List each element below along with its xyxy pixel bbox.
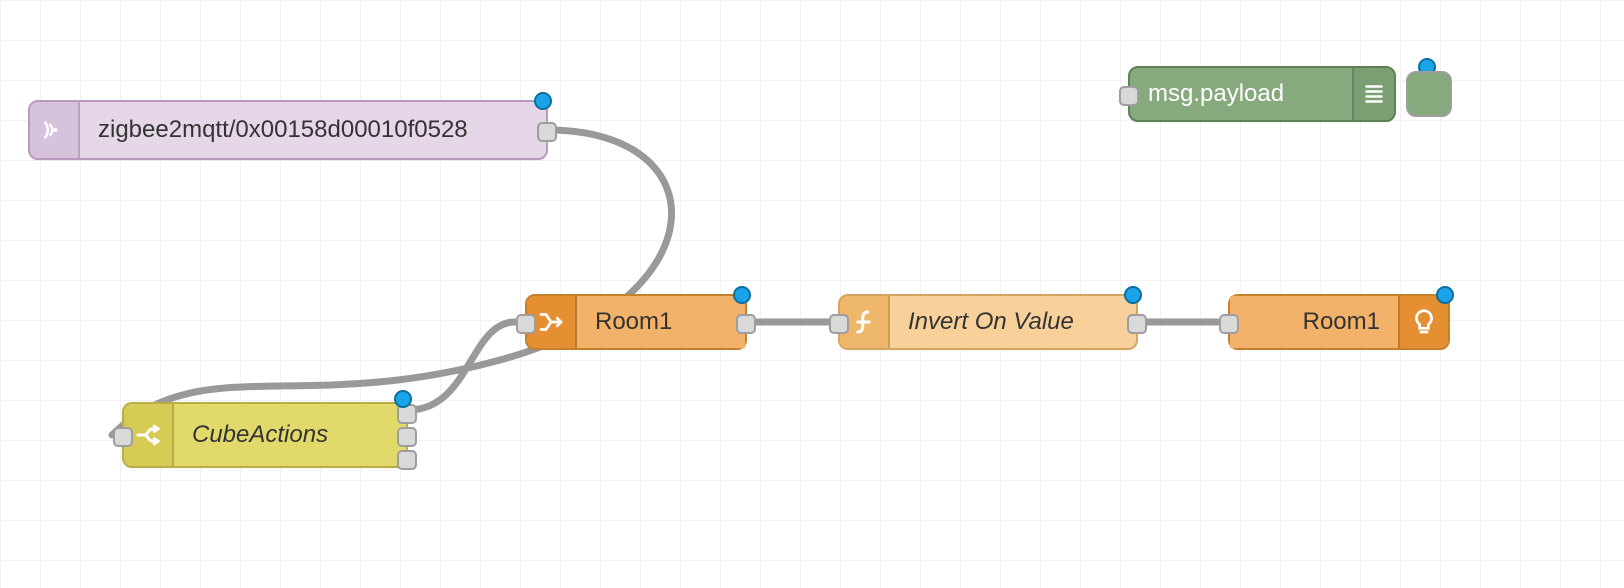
lightbulb-icon [1398, 296, 1448, 348]
input-port[interactable] [113, 427, 133, 447]
changed-indicator [534, 92, 552, 110]
node-label: Room1 [577, 296, 745, 348]
node-mqtt-in[interactable]: zigbee2mqtt/0x00158d00010f0528 [28, 100, 548, 160]
node-label: Invert On Value [890, 296, 1136, 348]
input-port[interactable] [829, 314, 849, 334]
input-port[interactable] [1119, 86, 1139, 106]
node-label: msg.payload [1130, 68, 1352, 120]
input-port[interactable] [516, 314, 536, 334]
wire-mqtt-to-switch[interactable] [112, 130, 672, 435]
node-label: Room1 [1230, 296, 1398, 348]
output-port[interactable] [1127, 314, 1147, 334]
node-switch-cubeactions[interactable]: CubeActions [122, 402, 408, 468]
node-debug[interactable]: msg.payload [1128, 66, 1396, 122]
debug-icon [1352, 68, 1394, 120]
output-port[interactable] [736, 314, 756, 334]
broadcast-icon [30, 102, 80, 158]
output-port[interactable] [537, 122, 557, 142]
node-label: CubeActions [174, 404, 406, 466]
output-port-3[interactable] [397, 450, 417, 470]
input-port[interactable] [1219, 314, 1239, 334]
node-ha-service-room1[interactable]: Room1 [1228, 294, 1450, 350]
debug-toggle-button[interactable] [1406, 71, 1452, 117]
output-port-2[interactable] [397, 427, 417, 447]
flow-canvas[interactable]: zigbee2mqtt/0x00158d00010f0528 CubeActio… [0, 0, 1624, 588]
changed-indicator [733, 286, 751, 304]
node-function-invert[interactable]: Invert On Value [838, 294, 1138, 350]
changed-indicator [1124, 286, 1142, 304]
node-ha-state-room1[interactable]: Room1 [525, 294, 747, 350]
node-label: zigbee2mqtt/0x00158d00010f0528 [80, 102, 546, 158]
wire-switch-to-hain[interactable] [408, 322, 515, 410]
changed-indicator [1436, 286, 1454, 304]
changed-indicator [394, 390, 412, 408]
